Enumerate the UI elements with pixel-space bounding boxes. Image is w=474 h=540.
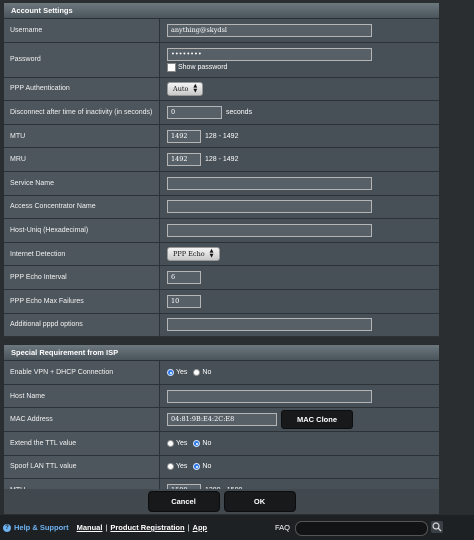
updown-arrow-icon: ▲ ▼ — [209, 248, 214, 260]
vpn-dhcp-no-radio[interactable]: No — [193, 368, 212, 376]
pppd-options-label: Additional pppd options — [4, 313, 159, 337]
username-row: Username anything@skydsl — [4, 19, 439, 43]
mac-clone-button[interactable]: MAC Clone — [281, 410, 353, 430]
spoof-ttl-row: Spoof LAN TTL value Yes No — [4, 455, 439, 480]
radio-icon[interactable] — [193, 368, 201, 376]
radio-label: No — [202, 368, 212, 376]
mru-label: MRU — [4, 148, 159, 171]
password-input[interactable]: •••••••• — [167, 47, 372, 61]
ppp-auth-row: PPP Authentication Auto ▲ ▼ — [4, 77, 439, 102]
radio-selected-icon[interactable] — [193, 463, 201, 471]
radio-selected-icon[interactable] — [167, 368, 174, 376]
vpn-dhcp-yes-radio[interactable]: Yes — [167, 368, 188, 376]
vpn-dhcp-row: Enable VPN + DHCP Connection Yes No — [4, 361, 439, 385]
footer-separator: | — [105, 523, 108, 532]
service-name-input[interactable] — [167, 176, 372, 190]
product-registration-link[interactable]: Product Registration — [110, 523, 184, 532]
help-support-link[interactable]: ? Help & Support — [3, 523, 69, 532]
spoof-ttl-no-radio[interactable]: No — [193, 463, 212, 471]
extend-ttl-row: Extend the TTL value Yes No — [4, 431, 439, 456]
disconnect-row: Disconnect after time of inactivity (in … — [4, 101, 439, 125]
show-password-label: Show password — [178, 63, 228, 71]
internet-detection-value: PPP Echo — [173, 250, 205, 259]
updown-arrow-icon: ▲ ▼ — [193, 82, 198, 94]
spoof-ttl-label: Spoof LAN TTL value — [4, 455, 159, 479]
mru-row: MRU 1492 128 - 1492 — [4, 148, 439, 172]
ppp-auth-select[interactable]: Auto ▲ ▼ — [167, 81, 204, 96]
checkbox-icon[interactable] — [167, 62, 176, 72]
internet-detection-row: Internet Detection PPP Echo ▲ ▼ — [4, 242, 439, 267]
right-gutter — [440, 3, 474, 514]
footer-separator: | — [187, 523, 190, 532]
echo-failures-input[interactable]: 10 — [167, 294, 201, 308]
vpn-dhcp-label: Enable VPN + DHCP Connection — [4, 361, 159, 384]
mac-address-label: MAC Address — [4, 408, 159, 431]
service-name-label: Service Name — [4, 171, 159, 195]
radio-label: No — [202, 463, 212, 471]
manual-link[interactable]: Manual — [77, 523, 103, 532]
question-mark-icon: ? — [3, 523, 11, 532]
pppd-options-input[interactable] — [167, 318, 372, 332]
echo-interval-label: PPP Echo Interval — [4, 266, 159, 289]
mac-address-input[interactable]: 04:81:9B:E4:2C:E8 — [167, 413, 277, 427]
ac-name-input[interactable] — [167, 200, 372, 214]
faq-search-input[interactable] — [295, 521, 428, 536]
spoof-ttl-yes-radio[interactable]: Yes — [167, 463, 188, 471]
extend-ttl-label: Extend the TTL value — [4, 431, 159, 455]
service-name-row: Service Name — [4, 171, 439, 196]
username-input[interactable]: anything@skydsl — [167, 23, 372, 37]
isp-requirement-header: Special Requirement from ISP — [4, 345, 439, 362]
host-uniq-label: Host-Uniq (Hexadecimal) — [4, 219, 159, 242]
password-row: Password •••••••• Show password — [4, 42, 439, 78]
radio-label: No — [202, 439, 212, 447]
host-uniq-row: Host-Uniq (Hexadecimal) — [4, 219, 439, 243]
password-label: Password — [4, 42, 159, 77]
account-settings-header: Account Settings — [4, 3, 439, 19]
disconnect-label: Disconnect after time of inactivity (in … — [4, 101, 159, 124]
mac-address-row: MAC Address 04:81:9B:E4:2C:E8 MAC Clone — [4, 408, 439, 432]
footer-bar: ? Help & Support Manual | Product Regist… — [0, 515, 474, 540]
username-label: Username — [4, 19, 159, 42]
extend-ttl-yes-radio[interactable]: Yes — [167, 439, 188, 447]
ok-button[interactable]: OK — [223, 491, 296, 512]
ppp-auth-value: Auto — [173, 84, 189, 93]
faq-label: FAQ — [275, 523, 291, 532]
disconnect-input[interactable]: 0 — [167, 105, 222, 119]
radio-label: Yes — [176, 463, 188, 471]
echo-failures-label: PPP Echo Max Failures — [4, 289, 159, 313]
radio-label: Yes — [176, 368, 188, 376]
echo-failures-row: PPP Echo Max Failures 10 — [4, 289, 439, 314]
host-name-row: Host Name — [4, 384, 439, 409]
mtu-input[interactable]: 1492 — [167, 129, 201, 143]
echo-interval-input[interactable]: 6 — [167, 271, 201, 285]
pppd-options-row: Additional pppd options — [4, 313, 439, 338]
host-uniq-input[interactable] — [167, 223, 372, 237]
radio-label: Yes — [176, 439, 188, 447]
ac-name-row: Access Concentrator Name — [4, 195, 439, 220]
radio-selected-icon[interactable] — [193, 439, 201, 447]
mtu-range: 128 - 1492 — [205, 132, 239, 140]
mtu-label: MTU — [4, 124, 159, 148]
mtu-row: MTU 1492 128 - 1492 — [4, 124, 439, 149]
extend-ttl-no-radio[interactable]: No — [193, 439, 212, 447]
show-password-checkbox[interactable]: Show password — [167, 62, 228, 72]
disconnect-unit: seconds — [226, 108, 253, 116]
internet-detection-label: Internet Detection — [4, 242, 159, 266]
host-name-input[interactable] — [167, 389, 372, 403]
settings-panel: Account Settings Username anything@skyds… — [4, 3, 439, 503]
cancel-button[interactable]: Cancel — [147, 491, 220, 512]
internet-detection-select[interactable]: PPP Echo ▲ ▼ — [167, 247, 220, 262]
radio-icon[interactable] — [167, 439, 174, 447]
search-icon[interactable] — [431, 521, 443, 533]
action-bar: Cancel OK — [4, 489, 439, 514]
app-link[interactable]: App — [193, 523, 208, 532]
echo-interval-row: PPP Echo Interval 6 — [4, 266, 439, 290]
ac-name-label: Access Concentrator Name — [4, 195, 159, 219]
radio-icon[interactable] — [167, 463, 174, 471]
mru-range: 128 - 1492 — [205, 156, 239, 164]
ppp-auth-label: PPP Authentication — [4, 77, 159, 101]
mru-input[interactable]: 1492 — [167, 153, 201, 167]
help-support-label: Help & Support — [14, 523, 69, 532]
host-name-label: Host Name — [4, 384, 159, 408]
